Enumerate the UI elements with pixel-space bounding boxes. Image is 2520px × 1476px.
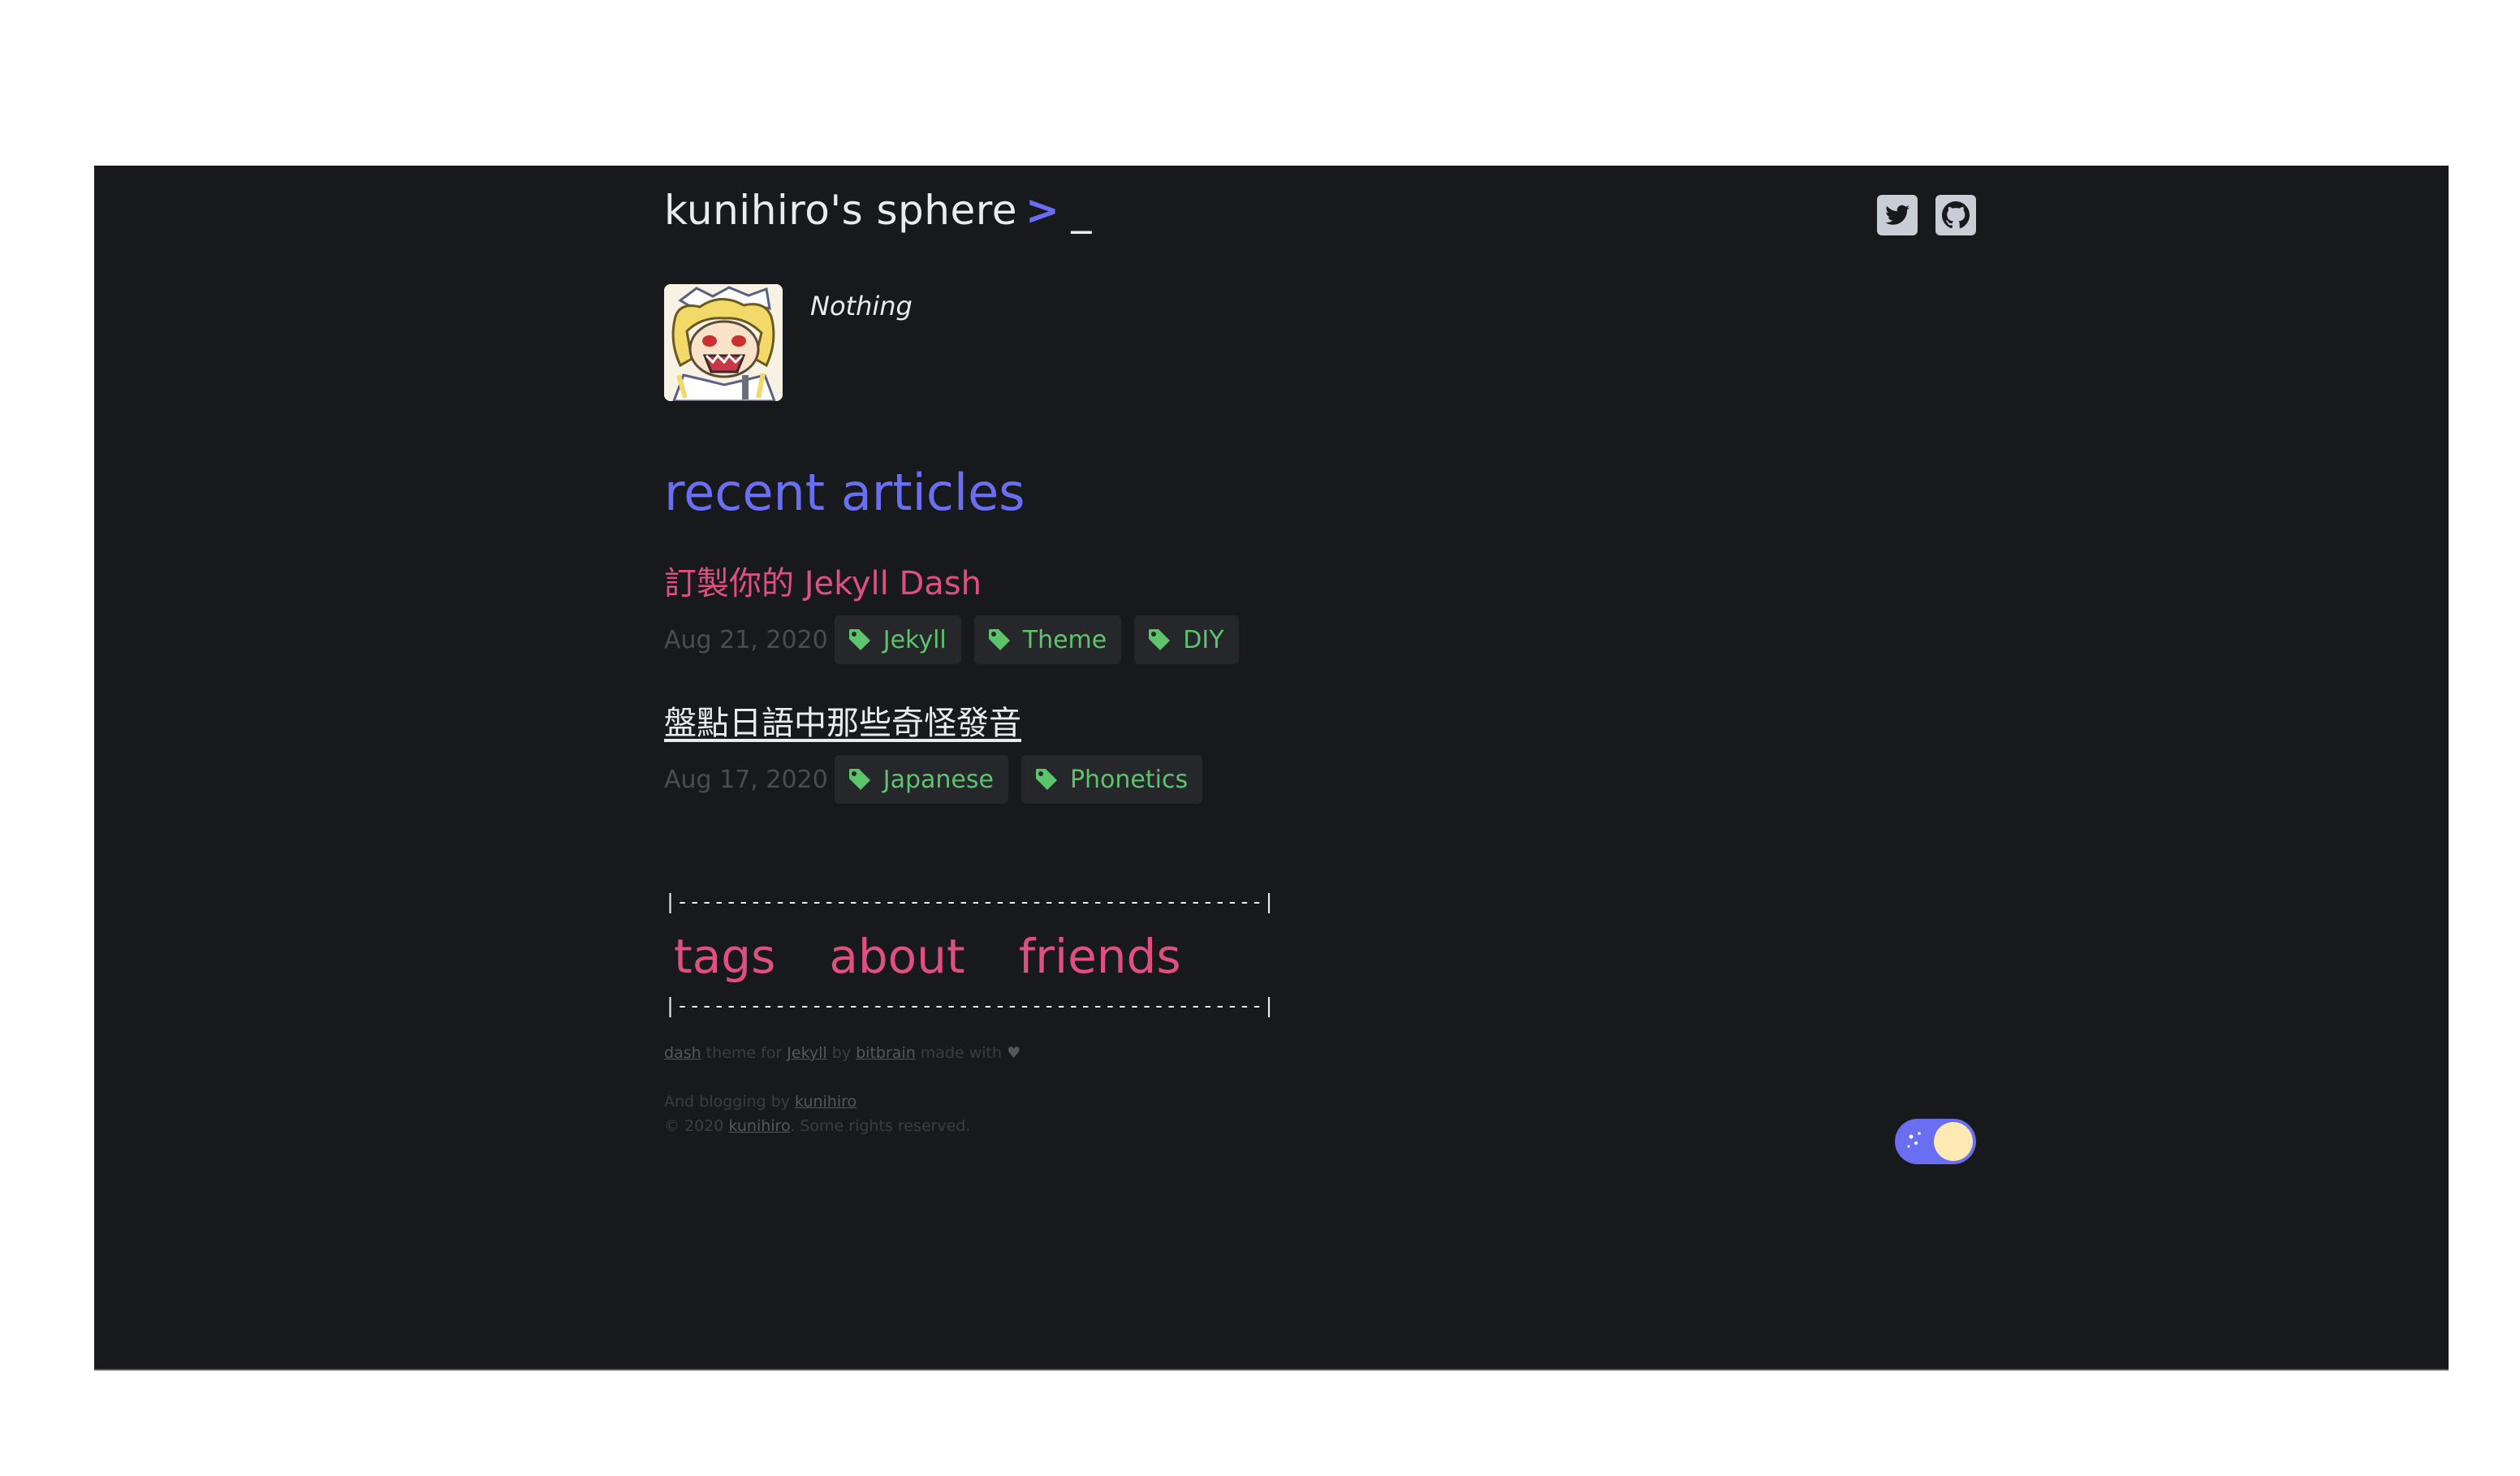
dark-mode-toggle[interactable] [1895, 1119, 1976, 1164]
avatar-illustration [664, 284, 783, 401]
credit-text: theme for [706, 1044, 783, 1062]
post-title-link[interactable]: 盤點日語中那些奇怪發音 [664, 697, 1215, 744]
github-icon[interactable] [1935, 195, 1976, 235]
tag-japanese[interactable]: Japanese [834, 755, 1008, 804]
tag-phonetics[interactable]: Phonetics [1021, 755, 1203, 804]
tag-diy[interactable]: DIY [1134, 615, 1239, 664]
tag-label: Theme [1022, 625, 1107, 654]
post-title-link[interactable]: 訂製你的 Jekyll Dash [664, 557, 1252, 604]
author-bio: Nothing [810, 291, 913, 322]
post-date: Aug 21, 2020 [664, 625, 828, 654]
social-links [1877, 195, 1976, 235]
post-date: Aug 17, 2020 [664, 765, 828, 794]
tag-theme[interactable]: Theme [973, 615, 1122, 664]
post-meta: Aug 21, 2020 Jekyll Theme DIY [664, 615, 1252, 664]
tag-jekyll[interactable]: Jekyll [834, 615, 961, 664]
footer-divider-bottom: |---------------------------------------… [664, 994, 1275, 1017]
tag-label: Japanese [882, 765, 994, 794]
copyright-suffix: . Some rights reserved. [790, 1117, 971, 1135]
blinking-cursor: _ [1071, 187, 1092, 234]
post-item: 盤點日語中那些奇怪發音 Aug 17, 2020 Japanese Phonet… [664, 697, 1215, 804]
footer-divider-top: |---------------------------------------… [664, 890, 1275, 913]
site-title-text[interactable]: kunihiro's sphere [664, 187, 1017, 234]
tag-icon [848, 629, 870, 650]
credit-text: made with [920, 1044, 1003, 1062]
bitbrain-link[interactable]: bitbrain [856, 1044, 916, 1062]
browser-viewport: kunihiro's sphere > _ Nothing recent art… [94, 166, 2449, 1370]
site-header: kunihiro's sphere > _ [664, 180, 1976, 245]
tag-icon [848, 769, 870, 790]
tag-icon [1035, 769, 1057, 790]
copyright-prefix: © 2020 [664, 1117, 724, 1135]
dash-link[interactable]: dash [664, 1044, 701, 1062]
nav-tags-link[interactable]: tags [674, 929, 775, 984]
post-meta: Aug 17, 2020 Japanese Phonetics [664, 755, 1215, 804]
recent-articles-heading: recent articles [664, 463, 1025, 522]
moon-icon [1934, 1122, 1973, 1161]
page-container: kunihiro's sphere > _ Nothing recent art… [664, 166, 1976, 1369]
twitter-icon[interactable] [1877, 195, 1918, 235]
heart-icon: ♥ [1007, 1044, 1021, 1062]
blogging-credit: And blogging by kunihiro [664, 1093, 857, 1111]
author-link[interactable]: kunihiro [795, 1093, 857, 1111]
post-item: 訂製你的 Jekyll Dash Aug 21, 2020 Jekyll The… [664, 557, 1252, 664]
theme-credit: dash theme for Jekyll by bitbrain made w… [664, 1044, 1021, 1062]
stars-icon [1907, 1132, 1921, 1148]
tag-label: Phonetics [1069, 765, 1189, 794]
credit-text: by [831, 1044, 852, 1062]
nav-about-link[interactable]: about [829, 929, 964, 984]
nav-friends-link[interactable]: friends [1019, 929, 1181, 984]
tag-label: DIY [1183, 625, 1224, 654]
prompt-symbol: > [1025, 187, 1060, 234]
copyright: © 2020 kunihiro. Some rights reserved. [664, 1117, 970, 1135]
tag-label: Jekyll [882, 625, 947, 654]
tag-icon [988, 629, 1010, 650]
copyright-author-link[interactable]: kunihiro [728, 1117, 790, 1135]
jekyll-link[interactable]: Jekyll [787, 1044, 826, 1062]
tag-icon [1149, 629, 1171, 650]
footer-nav: tags about friends [674, 929, 1181, 984]
site-title[interactable]: kunihiro's sphere > _ [664, 187, 1092, 234]
avatar [664, 284, 783, 401]
credit-text: And blogging by [664, 1093, 790, 1111]
